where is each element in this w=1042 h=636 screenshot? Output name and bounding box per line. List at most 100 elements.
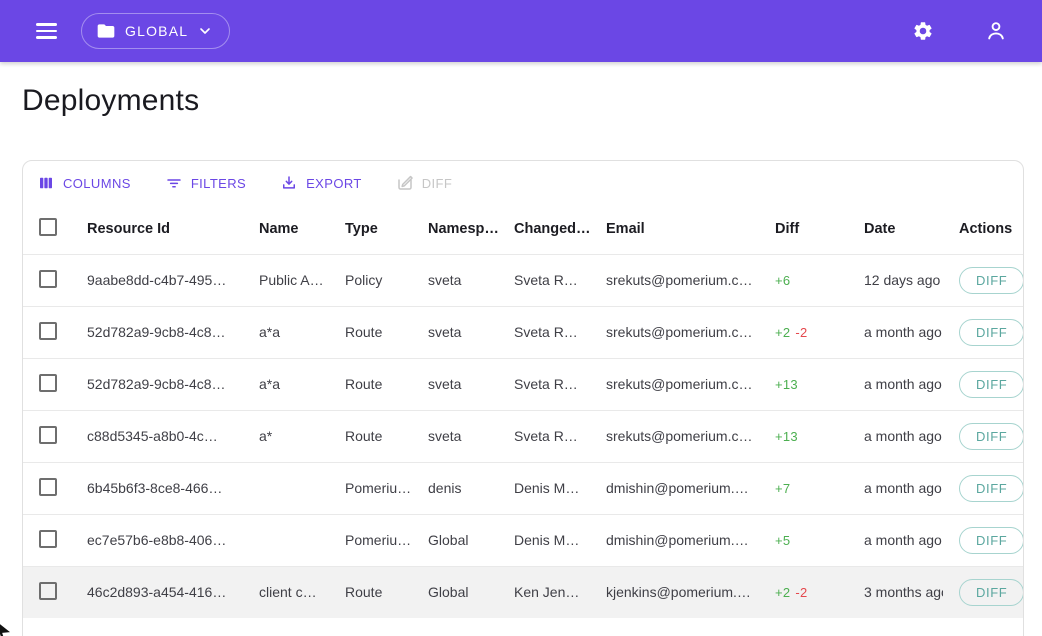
- column-header-date[interactable]: Date: [848, 205, 943, 254]
- cell-email: srekuts@pomerium.c…: [590, 410, 759, 462]
- folder-icon: [96, 21, 116, 41]
- deployments-card: COLUMNS FILTERS EXPORT DIFF: [22, 160, 1024, 636]
- cell-resource-id: 52d782a9-9cb8-4c8…: [71, 306, 243, 358]
- row-checkbox[interactable]: [39, 270, 57, 288]
- cell-type: Pomeriu…: [329, 514, 412, 566]
- cell-diff: +5: [759, 514, 848, 566]
- row-diff-button[interactable]: DIFF: [959, 475, 1023, 502]
- page-title: Deployments: [22, 84, 1020, 118]
- cell-email: dmishin@pomerium.…: [590, 462, 759, 514]
- table-row[interactable]: 52d782a9-9cb8-4c8… a*a Route sveta Sveta…: [23, 306, 1023, 358]
- chevron-down-icon: [197, 23, 213, 39]
- cell-type: Route: [329, 566, 412, 618]
- row-diff-button[interactable]: DIFF: [959, 319, 1023, 346]
- cell-name: [243, 462, 329, 514]
- cell-changed-by: Ken Jen…: [498, 566, 590, 618]
- cell-actions: DIFF: [943, 566, 1023, 618]
- namespace-selector[interactable]: GLOBAL: [81, 13, 230, 49]
- filter-icon: [165, 174, 183, 192]
- row-checkbox[interactable]: [39, 530, 57, 548]
- filters-button[interactable]: FILTERS: [165, 174, 246, 192]
- mouse-cursor: [0, 621, 10, 636]
- cell-name: Public A…: [243, 254, 329, 306]
- account-button[interactable]: [978, 13, 1014, 49]
- cell-actions: DIFF: [943, 306, 1023, 358]
- row-checkbox[interactable]: [39, 478, 57, 496]
- cell-date: 12 days ago: [848, 254, 943, 306]
- cell-diff: +2 -2: [759, 306, 848, 358]
- cell-email: srekuts@pomerium.c…: [590, 254, 759, 306]
- column-header-resource-id[interactable]: Resource Id: [71, 205, 243, 254]
- cell-type: Route: [329, 306, 412, 358]
- cell-diff: +2-2: [759, 566, 848, 618]
- gear-icon: [912, 20, 934, 42]
- diff-added: +7: [775, 481, 790, 496]
- diff-removed: -2: [795, 325, 807, 340]
- column-header-name[interactable]: Name: [243, 205, 329, 254]
- table-row[interactable]: c88d5345-a8b0-4c… a* Route sveta Sveta R…: [23, 410, 1023, 462]
- row-checkbox[interactable]: [39, 374, 57, 392]
- cell-changed-by: Denis M…: [498, 514, 590, 566]
- row-diff-button[interactable]: DIFF: [959, 579, 1023, 606]
- diff-added: +2: [775, 325, 790, 340]
- cell-resource-id: ec7e57b6-e8b8-406…: [71, 514, 243, 566]
- cell-type: Route: [329, 410, 412, 462]
- cell-resource-id: c88d5345-a8b0-4c…: [71, 410, 243, 462]
- cell-changed-by: Denis M…: [498, 462, 590, 514]
- cell-date: a month ago: [848, 462, 943, 514]
- cell-namespace: sveta: [412, 410, 498, 462]
- grid-toolbar: COLUMNS FILTERS EXPORT DIFF: [23, 161, 1023, 205]
- column-header-type[interactable]: Type: [329, 205, 412, 254]
- diff-added: +13: [775, 429, 798, 444]
- table-row[interactable]: 9aabe8dd-c4b7-495… Public A… Policy svet…: [23, 254, 1023, 306]
- cell-resource-id: 9aabe8dd-c4b7-495…: [71, 254, 243, 306]
- row-diff-button[interactable]: DIFF: [959, 371, 1023, 398]
- column-header-changed-by[interactable]: Changed…: [498, 205, 590, 254]
- row-diff-button[interactable]: DIFF: [959, 267, 1023, 294]
- cell-resource-id: 6b45b6f3-8ce8-466…: [71, 462, 243, 514]
- filters-button-label: FILTERS: [191, 176, 246, 191]
- row-diff-button[interactable]: DIFF: [959, 423, 1023, 450]
- column-header-actions[interactable]: Actions: [943, 205, 1023, 254]
- cell-type: Pomeriu…: [329, 462, 412, 514]
- table-row[interactable]: 6b45b6f3-8ce8-466… Pomeriu… denis Denis …: [23, 462, 1023, 514]
- cell-resource-id: 52d782a9-9cb8-4c8…: [71, 358, 243, 410]
- cell-changed-by: Sveta R…: [498, 358, 590, 410]
- cell-date: a month ago: [848, 410, 943, 462]
- app-bar: GLOBAL: [0, 0, 1042, 62]
- edit-diff-icon: [396, 174, 414, 192]
- cell-namespace: sveta: [412, 358, 498, 410]
- cell-type: Route: [329, 358, 412, 410]
- export-button[interactable]: EXPORT: [280, 174, 362, 192]
- table-row[interactable]: ec7e57b6-e8b8-406… Pomeriu… Global Denis…: [23, 514, 1023, 566]
- row-checkbox[interactable]: [39, 426, 57, 444]
- cell-actions: DIFF: [943, 462, 1023, 514]
- cell-name: a*: [243, 410, 329, 462]
- row-checkbox[interactable]: [39, 582, 57, 600]
- row-checkbox[interactable]: [39, 322, 57, 340]
- columns-button[interactable]: COLUMNS: [37, 174, 131, 192]
- diff-removed: -2: [795, 585, 807, 600]
- row-diff-button[interactable]: DIFF: [959, 527, 1023, 554]
- menu-icon: [36, 23, 57, 39]
- cell-date: a month ago: [848, 514, 943, 566]
- column-header-email[interactable]: Email: [590, 205, 759, 254]
- columns-icon: [37, 174, 55, 192]
- export-button-label: EXPORT: [306, 176, 362, 191]
- table-row[interactable]: 46c2d893-a454-416… client c… Route Globa…: [23, 566, 1023, 618]
- column-header-namespace[interactable]: Namesp…: [412, 205, 498, 254]
- diff-toolbar-button[interactable]: DIFF: [396, 174, 452, 192]
- diff-toolbar-button-label: DIFF: [422, 176, 452, 191]
- cell-actions: DIFF: [943, 358, 1023, 410]
- cell-diff: +13: [759, 410, 848, 462]
- select-all-checkbox[interactable]: [39, 218, 57, 236]
- column-header-diff[interactable]: Diff: [759, 205, 848, 254]
- cell-date: a month ago: [848, 358, 943, 410]
- settings-button[interactable]: [906, 14, 940, 48]
- menu-button[interactable]: [30, 17, 63, 45]
- table-header-row: Resource Id Name Type Namesp… Changed… E…: [23, 205, 1023, 254]
- table-row[interactable]: 52d782a9-9cb8-4c8… a*a Route sveta Sveta…: [23, 358, 1023, 410]
- person-icon: [984, 19, 1008, 43]
- columns-button-label: COLUMNS: [63, 176, 131, 191]
- cell-namespace: Global: [412, 514, 498, 566]
